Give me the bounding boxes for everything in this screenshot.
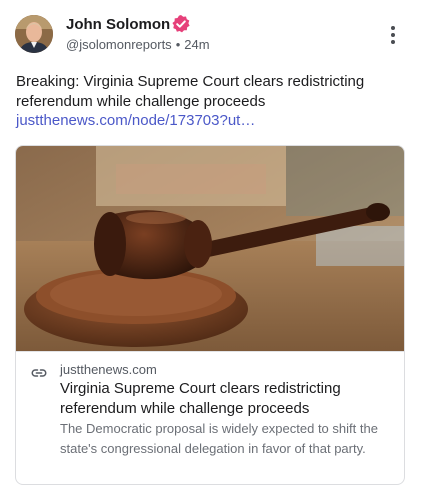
card-domain: justthenews.com bbox=[60, 362, 157, 377]
author-name[interactable]: John Solomon bbox=[66, 16, 170, 33]
card-title[interactable]: Virginia Supreme Court clears redistrict… bbox=[60, 379, 390, 419]
post-time[interactable]: 24m bbox=[184, 37, 209, 52]
more-dot bbox=[391, 33, 395, 37]
avatar-photo bbox=[15, 15, 53, 53]
post: John Solomon @jsolomonreports • 24m Breaki… bbox=[0, 0, 421, 500]
more-dot bbox=[391, 26, 395, 30]
gavel-photo bbox=[16, 146, 404, 351]
author-meta: @jsolomonreports • 24m bbox=[66, 37, 210, 52]
avatar[interactable] bbox=[15, 15, 53, 53]
card-description: The Democratic proposal is widely expect… bbox=[60, 421, 378, 456]
more-dot bbox=[391, 40, 395, 44]
post-link[interactable]: justthenews.com/node/173703?ut… bbox=[16, 111, 255, 131]
more-options-icon[interactable] bbox=[384, 24, 402, 46]
card-divider bbox=[16, 351, 404, 352]
verified-badge-icon bbox=[172, 15, 190, 33]
post-text: Breaking: Virginia Supreme Court clears … bbox=[16, 73, 365, 110]
link-preview-card[interactable]: justthenews.com Virginia Supreme Court c… bbox=[15, 145, 405, 485]
author-handle[interactable]: @jsolomonreports bbox=[66, 37, 172, 52]
link-icon bbox=[31, 369, 47, 377]
meta-separator: • bbox=[175, 37, 181, 52]
